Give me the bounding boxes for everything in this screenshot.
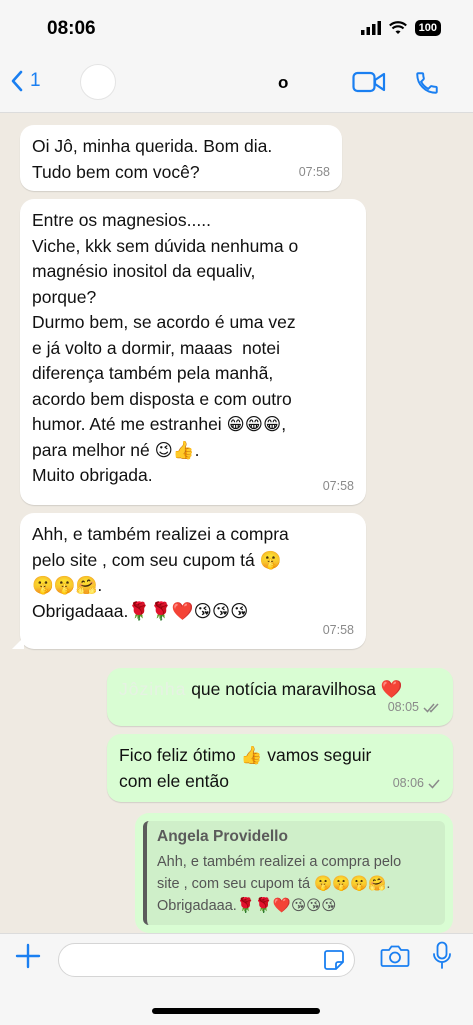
blurred-name: Jôzinha <box>119 679 187 699</box>
message-time: 07:58 <box>322 478 354 493</box>
chat-header: 1 o <box>0 56 473 113</box>
quoted-message[interactable]: Angela Providello Ahh, e também realizei… <box>143 821 445 925</box>
back-chevron-icon <box>11 70 23 92</box>
home-indicator <box>152 1008 320 1014</box>
message-time: 07:58 <box>322 622 354 637</box>
chat-area[interactable]: Oi Jô, minha querida. Bom dia. Tudo bem … <box>0 113 473 933</box>
battery-icon: 100 <box>414 20 441 36</box>
quoted-text: Ahh, e também realizei a compra pelo sit… <box>157 854 402 914</box>
message-bubble-outgoing[interactable]: Jôzinha que notícia maravilhosa ❤️ 08:05 <box>107 668 453 726</box>
contact-name[interactable]: o <box>278 73 288 93</box>
status-time: 08:06 <box>47 18 96 39</box>
sticker-icon[interactable] <box>323 949 345 971</box>
quoted-reply-message[interactable]: Angela Providello Ahh, e também realizei… <box>135 813 453 933</box>
camera-icon[interactable] <box>380 944 410 968</box>
double-check-icon <box>423 703 439 713</box>
microphone-icon[interactable] <box>432 941 452 971</box>
back-button[interactable]: 1 <box>10 70 41 92</box>
single-check-icon <box>428 779 440 789</box>
message-bubble-incoming[interactable]: Entre os magnesios..... Viche, kkk sem d… <box>20 199 366 505</box>
message-bubble-outgoing[interactable]: Fico feliz ótimo 👍 vamos seguir com ele … <box>107 734 453 802</box>
message-time: 08:05 <box>388 695 441 721</box>
message-text: Oi Jô, minha querida. Bom dia. Tudo bem … <box>32 136 273 182</box>
message-input-field[interactable] <box>58 943 355 978</box>
message-text: Ahh, e também realizei a compra pelo sit… <box>32 524 289 621</box>
message-text: Entre os magnesios..... Viche, kkk sem d… <box>32 210 299 485</box>
phone-icon[interactable] <box>414 70 440 96</box>
plus-icon[interactable] <box>14 942 42 970</box>
message-time: 08:06 <box>393 771 441 797</box>
message-time: 07:58 <box>298 164 330 179</box>
bubble-tail <box>12 637 24 649</box>
composer-bar <box>0 933 473 1025</box>
wifi-icon <box>388 21 407 34</box>
status-icons: 100 <box>360 20 441 36</box>
message-input[interactable] <box>59 944 313 978</box>
signal-icon <box>360 21 381 35</box>
status-bar: 08:06 100 <box>0 0 473 56</box>
message-bubble-incoming[interactable]: Oi Jô, minha querida. Bom dia. Tudo bem … <box>20 125 342 191</box>
message-bubble-incoming[interactable]: Ahh, e também realizei a compra pelo sit… <box>12 513 366 649</box>
video-call-icon[interactable] <box>352 70 386 94</box>
quoted-author: Angela Providello <box>157 828 288 845</box>
avatar[interactable] <box>80 64 116 100</box>
unread-count: 1 <box>30 70 41 91</box>
